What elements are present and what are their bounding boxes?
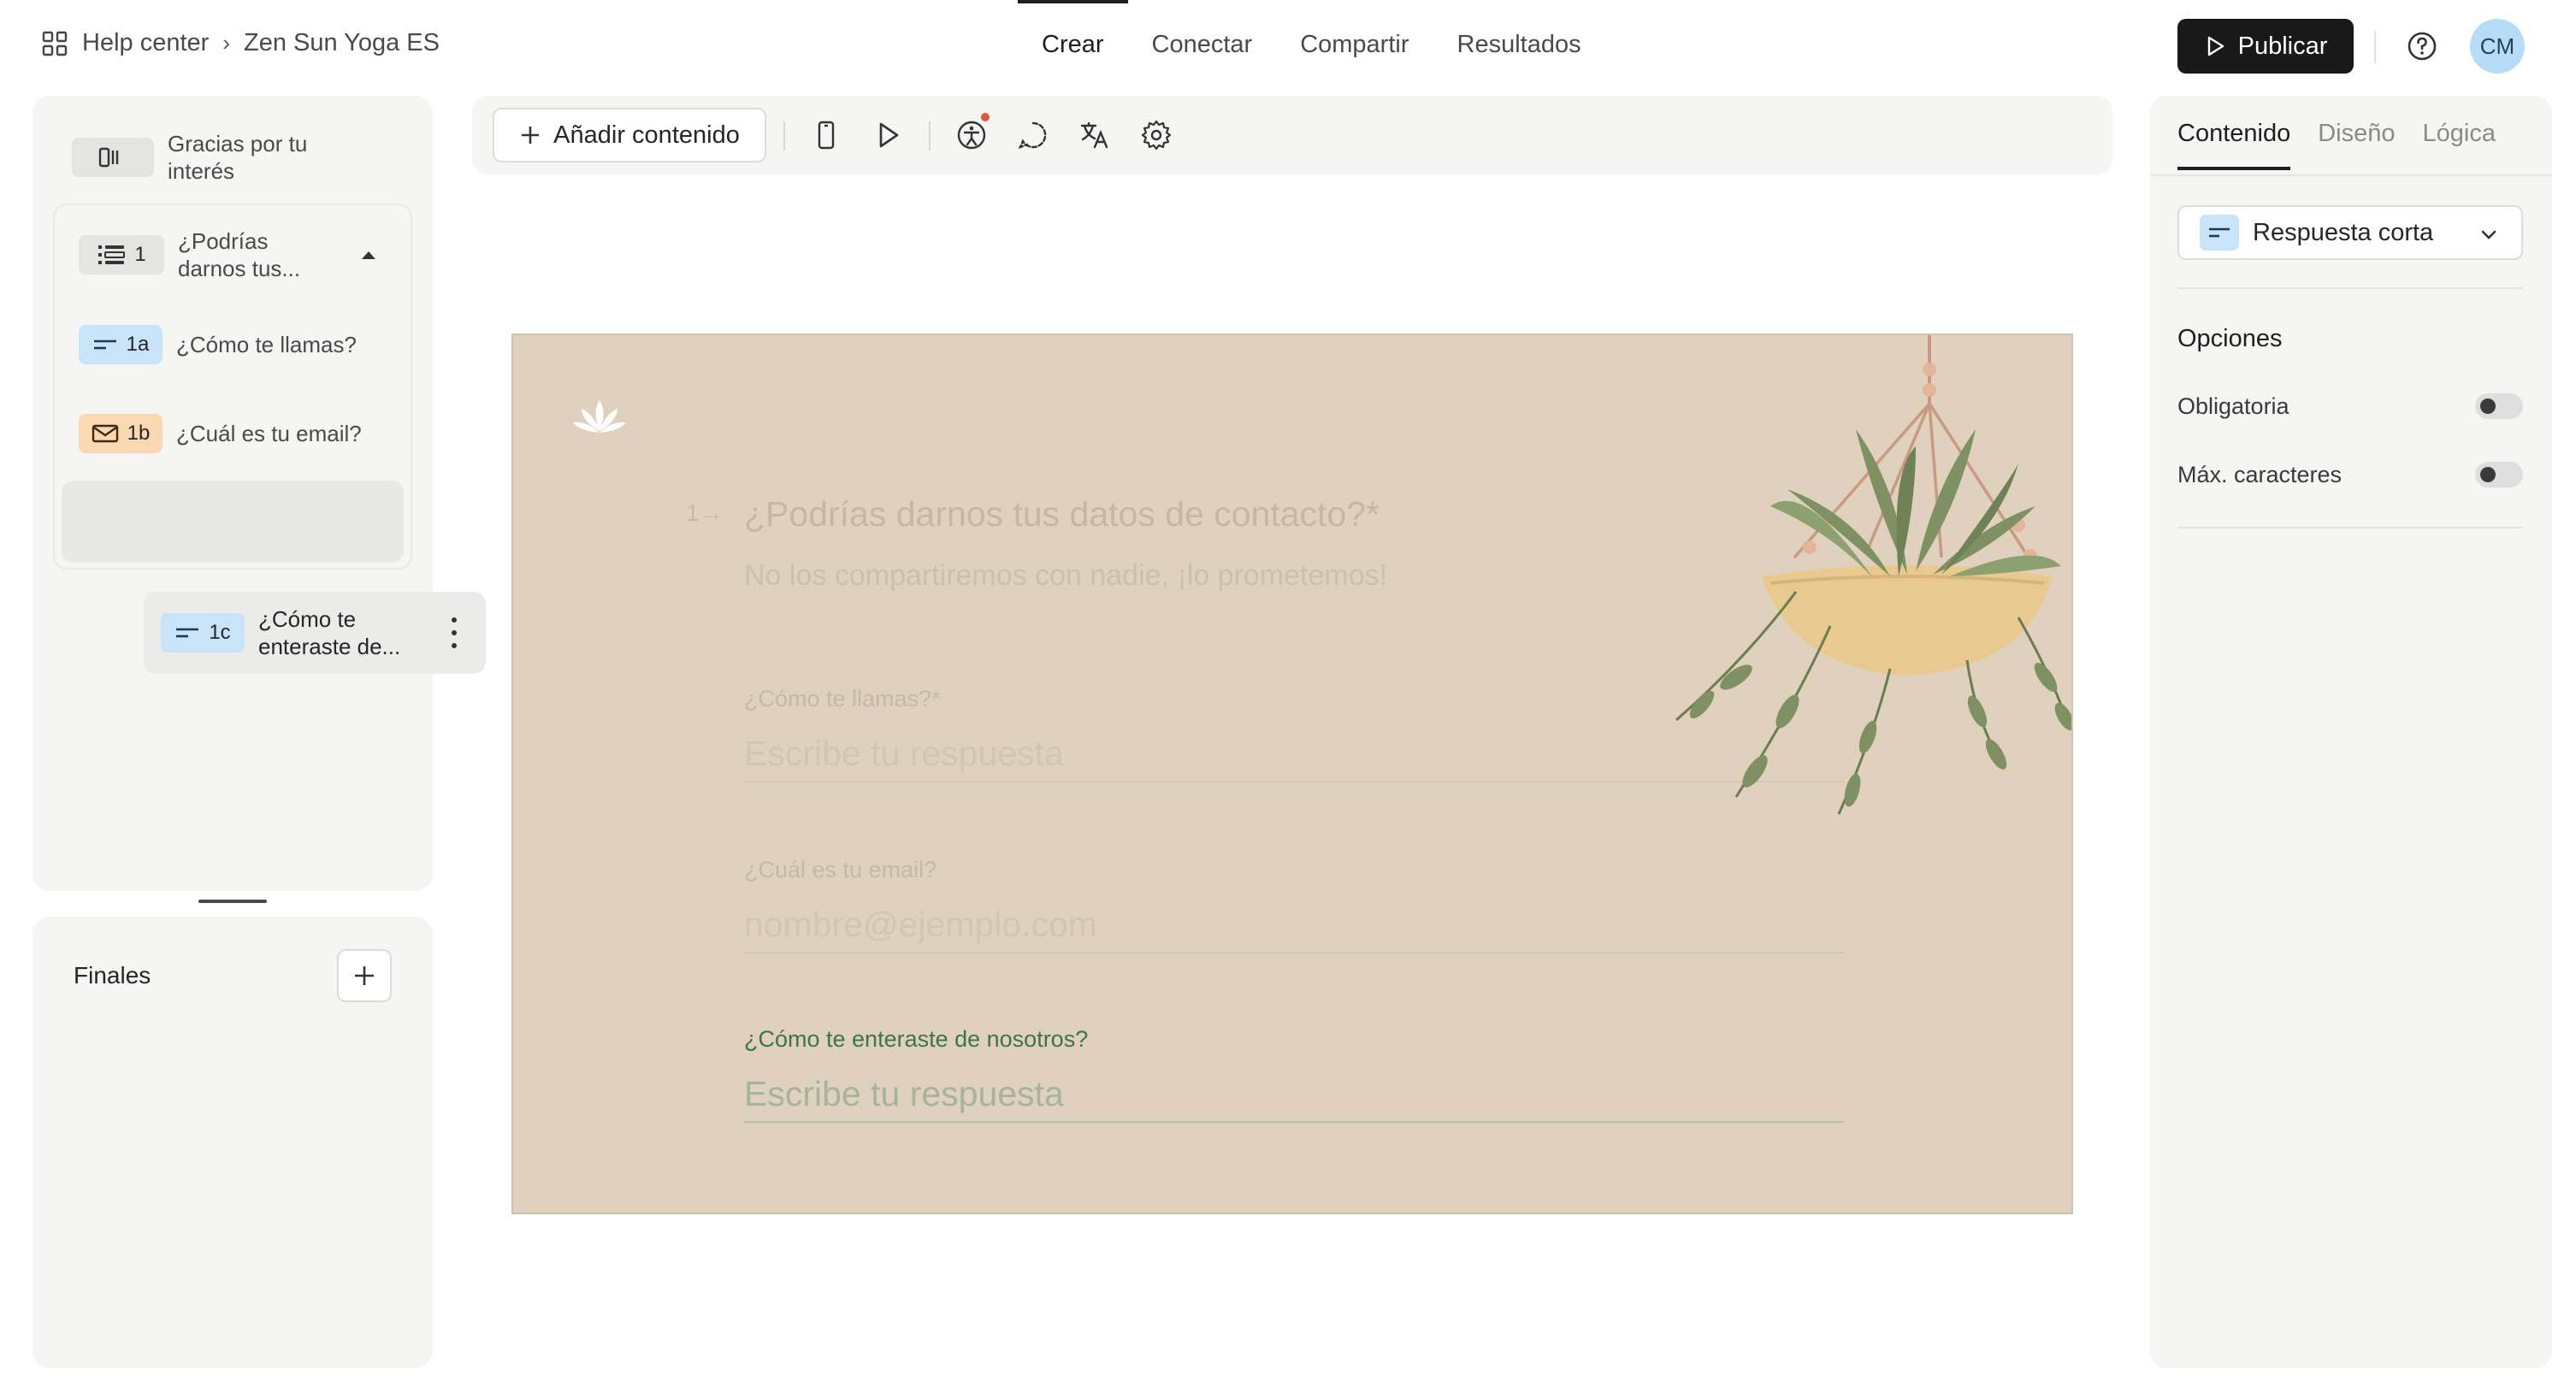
publish-label: Publicar bbox=[2237, 32, 2328, 60]
add-content-label: Añadir contenido bbox=[553, 121, 740, 149]
field-label-email[interactable]: ¿Cuál es tu email? bbox=[744, 857, 936, 883]
translate-icon[interactable] bbox=[1078, 118, 1112, 152]
short-text-icon bbox=[176, 628, 199, 638]
welcome-screen-icon bbox=[72, 138, 154, 177]
form-preview-canvas: 1→ ¿Podrías darnos tus datos de contacto… bbox=[511, 334, 2073, 1214]
help-icon[interactable] bbox=[2405, 29, 2439, 63]
mail-icon bbox=[92, 424, 118, 443]
required-toggle[interactable] bbox=[2475, 393, 2523, 419]
collapse-caret-icon[interactable] bbox=[359, 248, 378, 262]
sidebar-item-label: ¿Cómo te enteraste de... bbox=[258, 606, 401, 659]
question-type-select[interactable]: Respuesta corta bbox=[2177, 205, 2523, 260]
panel-resize-handle[interactable] bbox=[198, 900, 267, 903]
tab-conectar[interactable]: Conectar bbox=[1128, 0, 1277, 92]
question-number: 1c bbox=[209, 621, 231, 644]
sidebar-item-label: ¿Cómo te llamas? bbox=[176, 332, 357, 357]
sidebar-item-welcome[interactable]: Gracias por tu interés bbox=[72, 130, 339, 185]
accessibility-icon[interactable] bbox=[954, 118, 989, 152]
play-preview-icon[interactable] bbox=[871, 118, 905, 152]
question-number: 1a bbox=[126, 333, 150, 356]
tab-diseno[interactable]: Diseño bbox=[2318, 120, 2395, 170]
question-description[interactable]: No los compartiremos con nadie, ¡lo prom… bbox=[744, 559, 1387, 593]
max-characters-toggle[interactable] bbox=[2475, 462, 2523, 487]
tab-crear[interactable]: Crear bbox=[1018, 0, 1128, 92]
toolbar-divider bbox=[783, 121, 785, 151]
tab-resultados[interactable]: Resultados bbox=[1433, 0, 1605, 92]
sidebar-item-label: ¿Podrías darnos tus... bbox=[178, 228, 301, 281]
group-number: 1 bbox=[134, 243, 146, 266]
question-badge: 1b bbox=[79, 414, 162, 453]
settings-gear-icon[interactable] bbox=[1139, 118, 1173, 152]
top-bar: Help center › Zen Sun Yoga ES Crear Cone… bbox=[0, 0, 2576, 92]
group-badge: 1 bbox=[79, 235, 164, 274]
divider bbox=[2177, 287, 2523, 289]
tab-compartir[interactable]: Compartir bbox=[1276, 0, 1433, 92]
play-icon bbox=[2207, 36, 2224, 56]
chevron-right-icon: › bbox=[222, 30, 230, 56]
ai-chat-icon[interactable] bbox=[1016, 118, 1050, 152]
lotus-logo-icon bbox=[573, 400, 626, 433]
source-input[interactable]: Escribe tu respuesta bbox=[744, 1074, 1844, 1123]
chevron-down-icon bbox=[2481, 230, 2496, 239]
sidebar-item-group-1[interactable]: 1 ¿Podrías darnos tus... bbox=[79, 227, 323, 282]
plus-icon bbox=[355, 966, 374, 985]
short-text-icon bbox=[2200, 215, 2239, 251]
tabs-underline bbox=[2150, 174, 2552, 176]
drop-placeholder bbox=[62, 481, 404, 563]
option-label-max-chars: Máx. caracteres bbox=[2177, 462, 2343, 487]
question-title[interactable]: ¿Podrías darnos tus datos de contacto?* bbox=[744, 494, 1380, 534]
mobile-preview-icon[interactable] bbox=[809, 118, 843, 152]
breadcrumb: Help center › Zen Sun Yoga ES bbox=[41, 29, 440, 57]
field-label-source[interactable]: ¿Cómo te enteraste de nosotros? bbox=[744, 1026, 1088, 1053]
sidebar-item-1b[interactable]: 1b ¿Cuál es tu email? bbox=[79, 414, 362, 453]
sidebar-item-label: ¿Cuál es tu email? bbox=[176, 421, 362, 446]
sidebar-item-1a[interactable]: 1a ¿Cómo te llamas? bbox=[79, 325, 357, 364]
hanging-plant-illustration bbox=[1675, 335, 2071, 815]
short-text-icon bbox=[93, 339, 116, 350]
more-options-icon[interactable] bbox=[452, 617, 458, 648]
properties-tabs: Contenido Diseño Lógica bbox=[2177, 120, 2496, 170]
divider bbox=[2177, 527, 2523, 528]
toolbar-divider bbox=[929, 121, 931, 151]
apps-grid-icon[interactable] bbox=[41, 30, 68, 57]
options-heading: Opciones bbox=[2177, 325, 2283, 352]
publish-button[interactable]: Publicar bbox=[2177, 19, 2354, 74]
breadcrumb-root[interactable]: Help center bbox=[82, 29, 209, 57]
question-group-icon bbox=[98, 245, 126, 264]
add-content-button[interactable]: Añadir contenido bbox=[493, 108, 766, 162]
notification-dot bbox=[981, 113, 990, 121]
question-number: 1b bbox=[127, 422, 151, 445]
breadcrumb-form-title[interactable]: Zen Sun Yoga ES bbox=[244, 29, 440, 57]
question-number: 1→ bbox=[686, 499, 724, 526]
field-label-name[interactable]: ¿Cómo te llamas?* bbox=[744, 686, 941, 712]
question-badge: 1c bbox=[161, 613, 245, 652]
sidebar-item-label: Gracias por tu interés bbox=[168, 131, 308, 184]
email-input[interactable]: nombre@ejemplo.com bbox=[744, 905, 1844, 953]
avatar[interactable]: CM bbox=[2470, 19, 2525, 74]
question-type-value: Respuesta corta bbox=[2253, 218, 2434, 246]
option-label-required: Obligatoria bbox=[2177, 393, 2289, 419]
dragging-item-1c[interactable]: 1c ¿Cómo te enteraste de... bbox=[144, 592, 486, 674]
question-badge: 1a bbox=[79, 325, 162, 364]
plus-icon bbox=[522, 127, 540, 144]
tab-contenido[interactable]: Contenido bbox=[2177, 120, 2291, 170]
divider bbox=[2374, 31, 2376, 63]
main-nav: Crear Conectar Compartir Resultados bbox=[1018, 0, 1605, 92]
endings-title: Finales bbox=[74, 962, 151, 989]
tab-logica[interactable]: Lógica bbox=[2423, 120, 2496, 170]
add-ending-button[interactable] bbox=[337, 949, 392, 1002]
